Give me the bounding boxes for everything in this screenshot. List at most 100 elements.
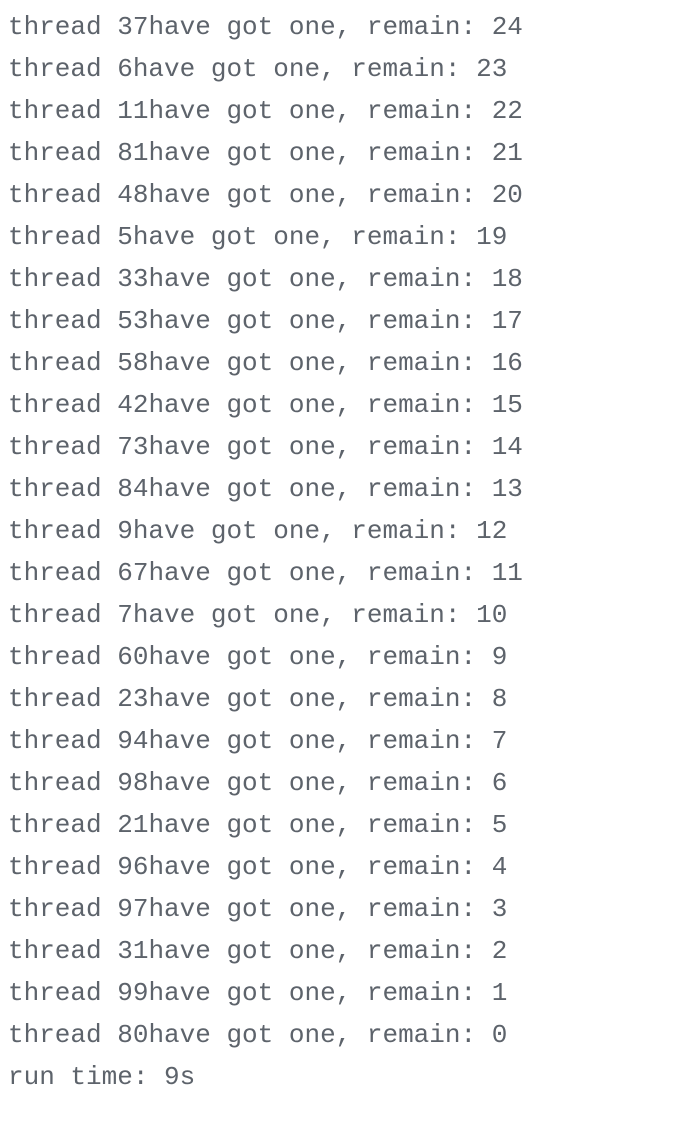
log-line: thread 11have got one, remain: 22 — [8, 90, 676, 132]
log-line: thread 84have got one, remain: 13 — [8, 468, 676, 510]
log-line: thread 81have got one, remain: 21 — [8, 132, 676, 174]
remain-count: 24 — [492, 12, 523, 42]
log-line: thread 73have got one, remain: 14 — [8, 426, 676, 468]
log-middle: have got one, remain: — [148, 96, 491, 126]
remain-count: 21 — [492, 138, 523, 168]
log-middle: have got one, remain: — [148, 852, 491, 882]
log-middle: have got one, remain: — [148, 642, 491, 672]
log-prefix: thread — [8, 978, 117, 1008]
log-line: thread 42have got one, remain: 15 — [8, 384, 676, 426]
log-middle: have got one, remain: — [133, 54, 476, 84]
log-prefix: thread — [8, 54, 117, 84]
log-middle: have got one, remain: — [148, 978, 491, 1008]
log-prefix: thread — [8, 894, 117, 924]
log-middle: have got one, remain: — [148, 138, 491, 168]
log-line: thread 48have got one, remain: 20 — [8, 174, 676, 216]
log-middle: have got one, remain: — [148, 894, 491, 924]
remain-count: 9 — [492, 642, 508, 672]
remain-count: 0 — [492, 1020, 508, 1050]
thread-id: 99 — [117, 978, 148, 1008]
remain-count: 18 — [492, 264, 523, 294]
remain-count: 14 — [492, 432, 523, 462]
remain-count: 22 — [492, 96, 523, 126]
log-line: thread 21have got one, remain: 5 — [8, 804, 676, 846]
log-line: thread 33have got one, remain: 18 — [8, 258, 676, 300]
log-prefix: thread — [8, 726, 117, 756]
remain-count: 2 — [492, 936, 508, 966]
thread-id: 98 — [117, 768, 148, 798]
log-middle: have got one, remain: — [148, 768, 491, 798]
thread-id: 7 — [117, 600, 133, 630]
thread-id: 96 — [117, 852, 148, 882]
log-line: thread 97have got one, remain: 3 — [8, 888, 676, 930]
remain-count: 4 — [492, 852, 508, 882]
thread-id: 94 — [117, 726, 148, 756]
log-prefix: thread — [8, 852, 117, 882]
remain-count: 19 — [476, 222, 507, 252]
thread-id: 37 — [117, 12, 148, 42]
log-middle: have got one, remain: — [133, 516, 476, 546]
log-middle: have got one, remain: — [148, 180, 491, 210]
log-line: thread 23have got one, remain: 8 — [8, 678, 676, 720]
log-middle: have got one, remain: — [148, 684, 491, 714]
log-prefix: thread — [8, 684, 117, 714]
log-prefix: thread — [8, 180, 117, 210]
log-middle: have got one, remain: — [148, 474, 491, 504]
thread-id: 11 — [117, 96, 148, 126]
thread-id: 33 — [117, 264, 148, 294]
log-prefix: thread — [8, 810, 117, 840]
remain-count: 8 — [492, 684, 508, 714]
thread-id: 80 — [117, 1020, 148, 1050]
remain-count: 15 — [492, 390, 523, 420]
log-prefix: thread — [8, 138, 117, 168]
remain-count: 1 — [492, 978, 508, 1008]
thread-id: 6 — [117, 54, 133, 84]
log-middle: have got one, remain: — [148, 1020, 491, 1050]
log-prefix: thread — [8, 390, 117, 420]
remain-count: 20 — [492, 180, 523, 210]
log-middle: have got one, remain: — [148, 390, 491, 420]
log-line: thread 6have got one, remain: 23 — [8, 48, 676, 90]
thread-id: 21 — [117, 810, 148, 840]
thread-id: 53 — [117, 306, 148, 336]
log-prefix: thread — [8, 348, 117, 378]
remain-count: 12 — [476, 516, 507, 546]
thread-id: 5 — [117, 222, 133, 252]
log-prefix: thread — [8, 768, 117, 798]
thread-id: 60 — [117, 642, 148, 672]
thread-id: 48 — [117, 180, 148, 210]
log-line: thread 96have got one, remain: 4 — [8, 846, 676, 888]
log-prefix: thread — [8, 12, 117, 42]
log-prefix: thread — [8, 306, 117, 336]
log-middle: have got one, remain: — [148, 726, 491, 756]
thread-id: 67 — [117, 558, 148, 588]
run-time-value: 9s — [164, 1062, 195, 1092]
thread-id: 42 — [117, 390, 148, 420]
log-line: thread 94have got one, remain: 7 — [8, 720, 676, 762]
log-middle: have got one, remain: — [133, 600, 476, 630]
log-middle: have got one, remain: — [148, 432, 491, 462]
log-middle: have got one, remain: — [133, 222, 476, 252]
log-prefix: thread — [8, 222, 117, 252]
log-prefix: thread — [8, 600, 117, 630]
log-line: thread 60have got one, remain: 9 — [8, 636, 676, 678]
log-line: thread 99have got one, remain: 1 — [8, 972, 676, 1014]
remain-count: 5 — [492, 810, 508, 840]
thread-id: 73 — [117, 432, 148, 462]
thread-id: 31 — [117, 936, 148, 966]
log-middle: have got one, remain: — [148, 12, 491, 42]
remain-count: 11 — [492, 558, 523, 588]
remain-count: 6 — [492, 768, 508, 798]
log-prefix: thread — [8, 516, 117, 546]
log-prefix: thread — [8, 474, 117, 504]
log-middle: have got one, remain: — [148, 264, 491, 294]
thread-id: 23 — [117, 684, 148, 714]
run-time-label: run time: — [8, 1062, 164, 1092]
log-line: thread 58have got one, remain: 16 — [8, 342, 676, 384]
log-line: thread 9have got one, remain: 12 — [8, 510, 676, 552]
remain-count: 10 — [476, 600, 507, 630]
remain-count: 3 — [492, 894, 508, 924]
log-line: thread 67have got one, remain: 11 — [8, 552, 676, 594]
log-prefix: thread — [8, 264, 117, 294]
log-middle: have got one, remain: — [148, 810, 491, 840]
